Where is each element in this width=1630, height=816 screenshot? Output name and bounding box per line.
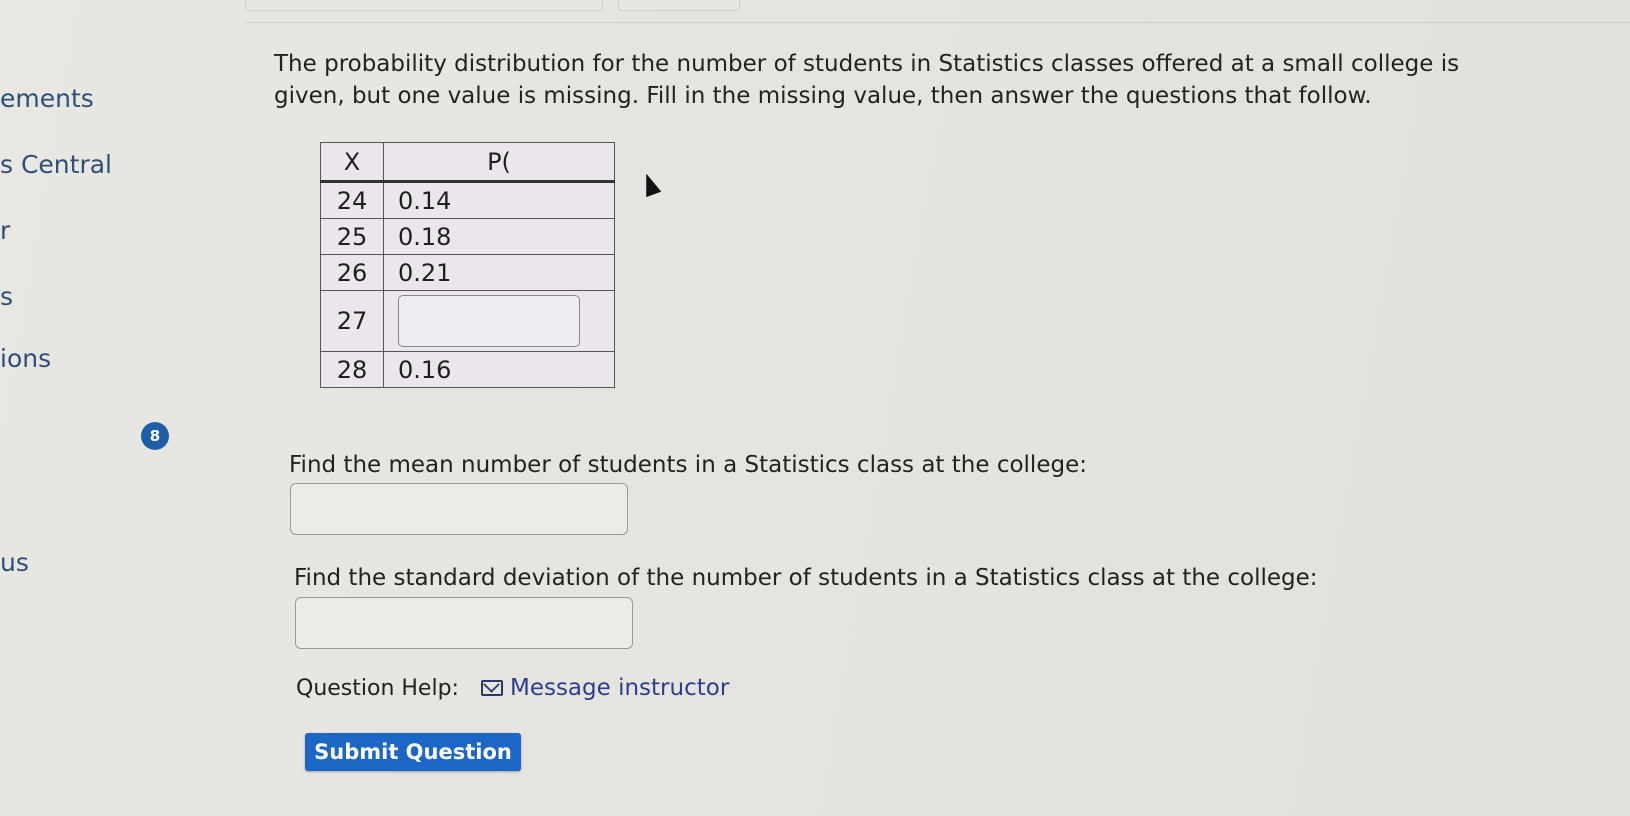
table-row: 24 0.14 [320,181,615,219]
sidebar-item-ions[interactable]: ions [0,344,51,373]
submit-question-button[interactable]: Submit Question [305,733,521,771]
top-divider [245,22,1630,23]
table-row: 25 0.18 [320,218,615,255]
question-help: Question Help: Message instructor [296,675,729,701]
sd-prompt: Find the standard deviation of the numbe… [294,565,1318,591]
mean-answer-input[interactable] [290,483,628,535]
sidebar-item-us[interactable]: us [0,548,29,577]
message-instructor-link[interactable]: Message instructor [510,675,729,701]
sidebar-item-s[interactable]: s [0,282,13,311]
mouse-cursor-icon [638,170,662,198]
cell-x: 27 [320,290,384,352]
cell-x: 26 [320,254,384,291]
question-intro: The probability distribution for the num… [274,51,1460,109]
table-row: 28 0.16 [320,351,615,388]
top-tab-left [245,0,603,11]
missing-probability-input[interactable] [398,295,580,347]
cell-x: 25 [320,218,384,255]
sidebar: ements s Central r s ions us [0,0,120,816]
sd-answer-input[interactable] [295,597,633,649]
cell-p: 0.21 [383,254,615,291]
sidebar-item-central[interactable]: s Central [0,150,112,179]
sidebar-item-r[interactable]: r [0,216,10,245]
cell-p-input-cell [383,290,615,352]
envelope-icon[interactable] [480,680,503,696]
cell-p: 0.18 [383,218,615,255]
question-number-badge: 8 [141,422,169,450]
probability-table: X P( 24 0.14 25 0.18 26 0.21 27 28 0.16 [320,142,615,388]
mean-prompt: Find the mean number of students in a St… [289,452,1087,478]
table-header-row: X P( [320,142,615,183]
sidebar-item-announcements[interactable]: ements [0,84,94,113]
header-p: P( [383,142,615,183]
top-tab-right [618,0,740,11]
question-help-label: Question Help: [296,675,459,701]
cell-p: 0.16 [383,351,615,388]
table-row: 26 0.21 [320,254,615,291]
cell-x: 24 [320,181,384,219]
cell-p: 0.14 [383,181,615,219]
cell-x: 28 [320,351,384,388]
table-row: 27 [320,290,615,352]
header-x: X [320,142,384,183]
